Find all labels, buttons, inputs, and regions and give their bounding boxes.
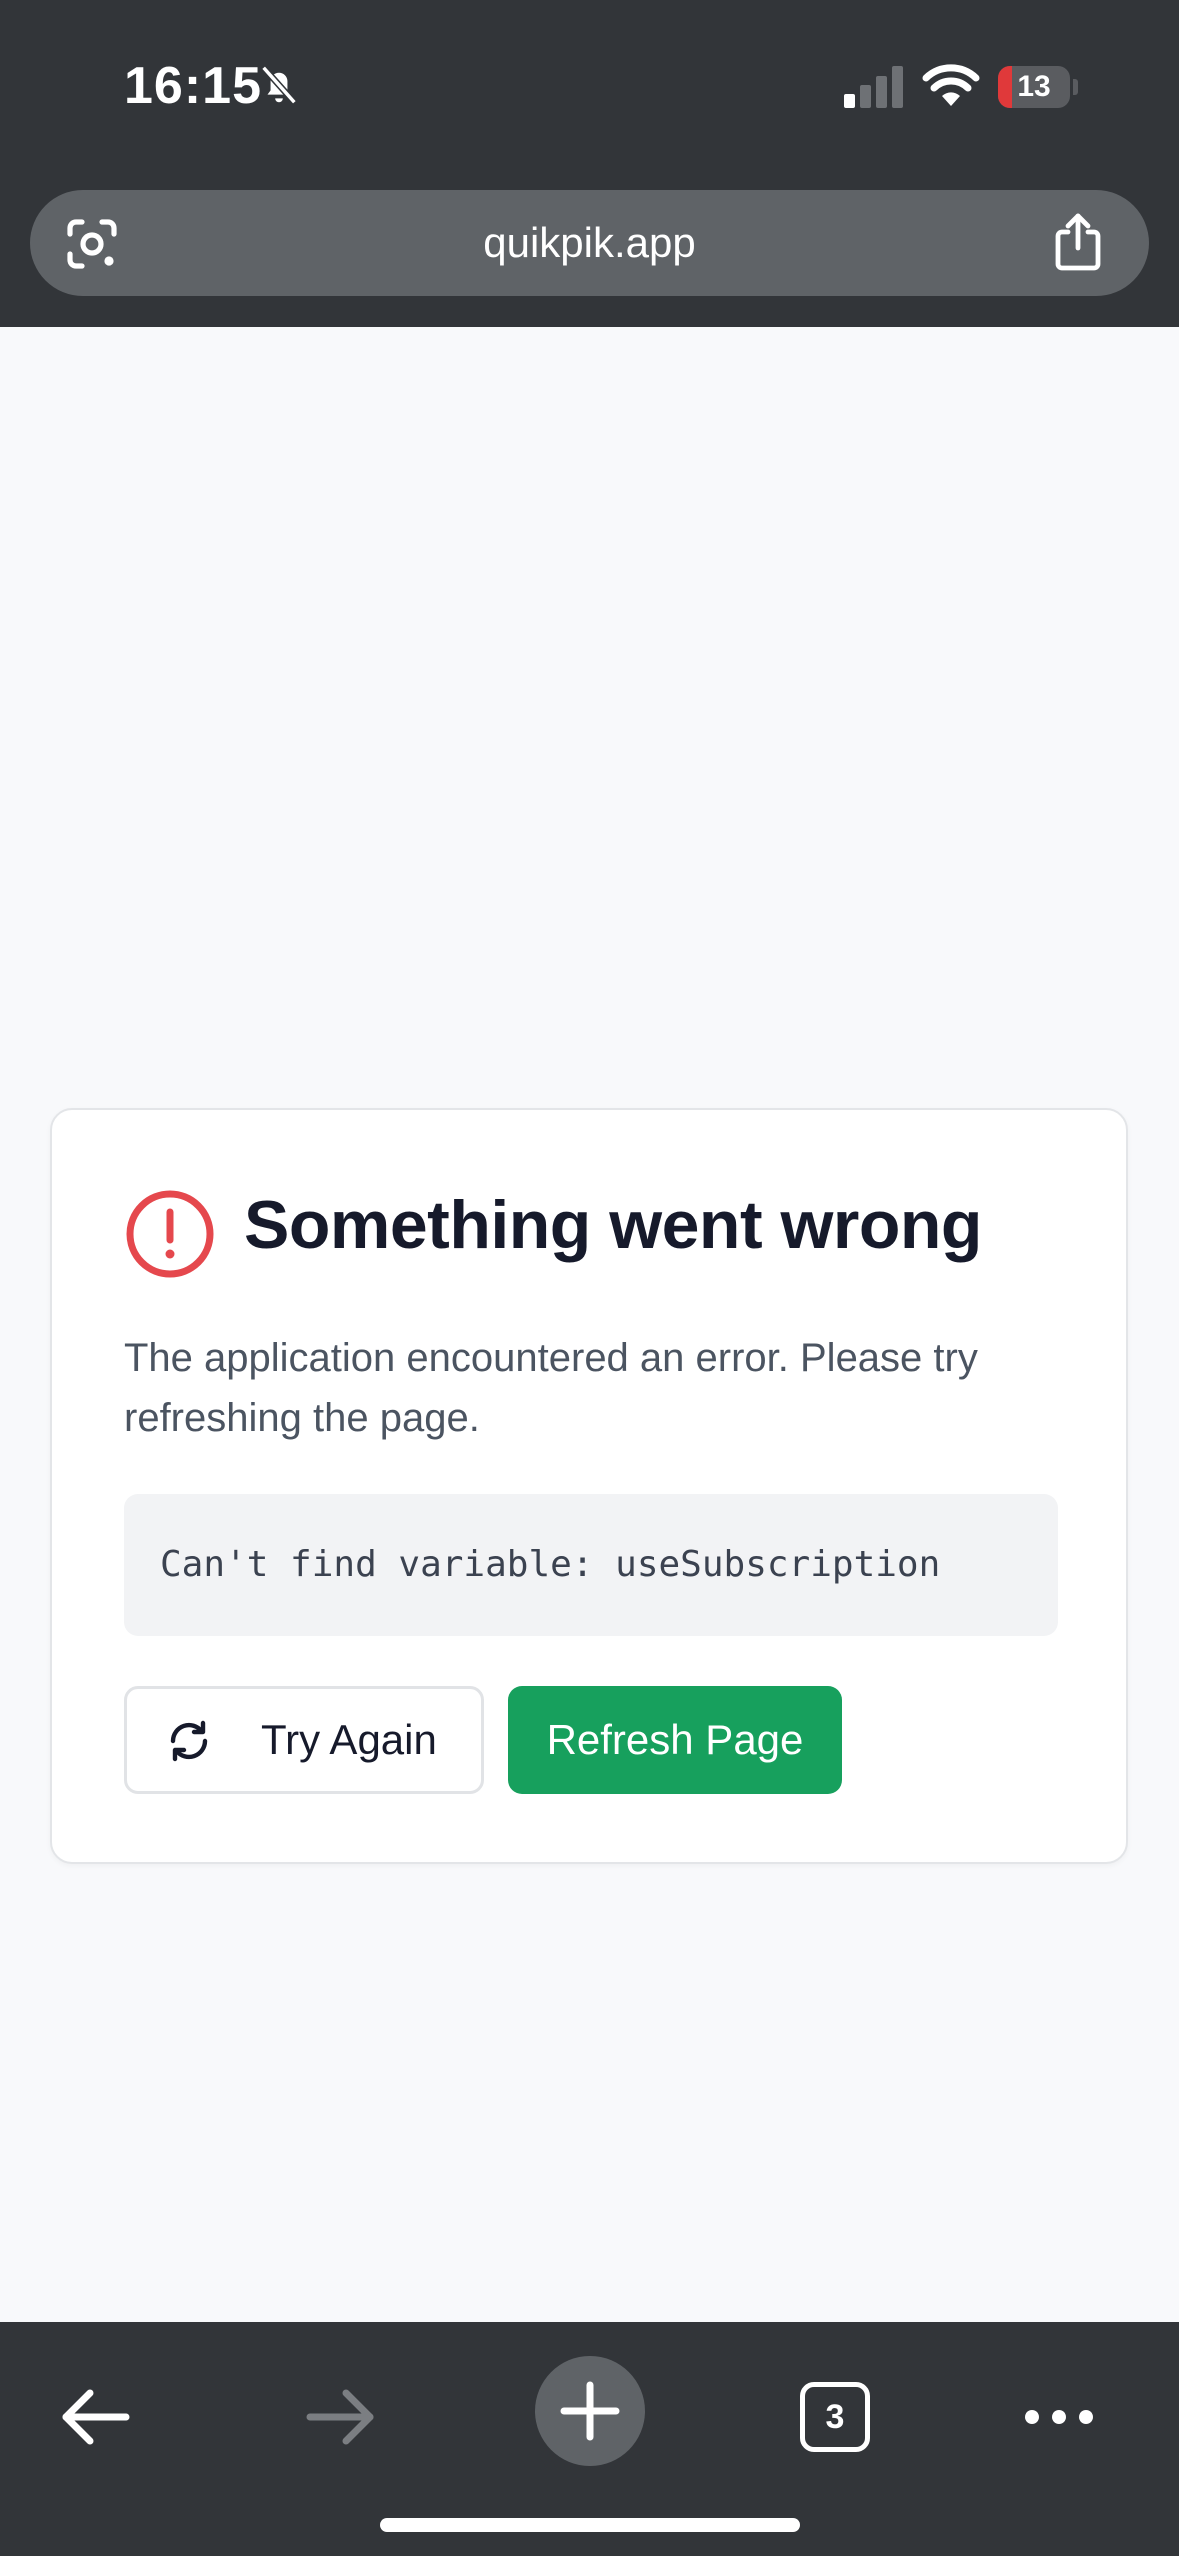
back-arrow-icon[interactable]: [58, 2386, 132, 2448]
share-icon[interactable]: [1050, 212, 1106, 272]
tab-count: 3: [825, 2398, 845, 2436]
forward-arrow-icon[interactable]: [304, 2386, 378, 2448]
refresh-icon: [170, 1720, 208, 1762]
tab-switcher-button[interactable]: 3: [800, 2382, 870, 2452]
browser-bottom-toolbar: 3: [0, 2322, 1179, 2556]
address-bar[interactable]: quikpik.app: [30, 190, 1149, 296]
error-card: Something went wrong The application enc…: [50, 1108, 1128, 1864]
home-indicator: [380, 2518, 800, 2532]
error-title: Something went wrong: [244, 1187, 982, 1263]
wifi-icon: [922, 64, 980, 106]
battery-charging-icon: 13: [998, 66, 1078, 108]
error-message: Can't find variable: useSubscription: [160, 1544, 941, 1585]
mute-bell-icon: [261, 65, 297, 105]
battery-level: 13: [1017, 70, 1051, 103]
cellular-signal-icon: [844, 66, 903, 108]
try-again-label: Try Again: [261, 1716, 437, 1763]
error-message-box: Can't find variable: useSubscription: [124, 1494, 1058, 1636]
status-time: 16:15: [124, 57, 262, 115]
alert-circle-icon: [126, 1190, 214, 1278]
new-tab-button[interactable]: [535, 2356, 645, 2466]
plus-icon: [560, 2381, 620, 2441]
error-description: The application encountered an error. Pl…: [124, 1336, 978, 1440]
refresh-page-button[interactable]: Refresh Page: [508, 1686, 842, 1794]
more-dots-icon[interactable]: [1022, 2402, 1096, 2432]
try-again-button[interactable]: Try Again: [124, 1686, 484, 1794]
refresh-page-label: Refresh Page: [546, 1716, 804, 1763]
browser-top-bar: 16:15 13 quikpik.app: [0, 0, 1179, 327]
url-text[interactable]: quikpik.app: [30, 190, 1149, 296]
